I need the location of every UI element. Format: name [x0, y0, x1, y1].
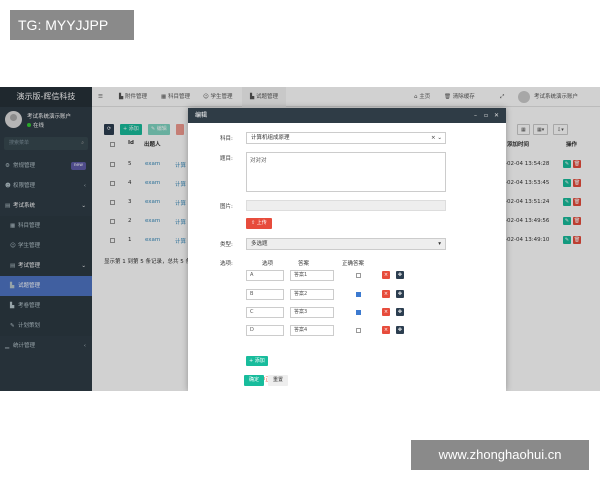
options-col-answer: 答案	[298, 261, 310, 267]
subject-value: 计算机组成原理	[251, 135, 290, 141]
move-option-icon[interactable]: ✥	[396, 290, 404, 298]
reset-button[interactable]: 重置	[268, 375, 289, 386]
question-label: 题目:	[220, 156, 233, 162]
close-icon[interactable]: ✕	[494, 108, 499, 123]
option-answer-input[interactable]: 答案2	[290, 289, 334, 300]
question-textarea[interactable]: 对对对	[246, 152, 446, 192]
remove-option-button[interactable]: ×	[382, 326, 390, 334]
upload-button[interactable]: ⇧ 上传	[246, 218, 272, 229]
option-answer-input[interactable]: 答案1	[290, 270, 334, 281]
options-label: 选项:	[220, 261, 233, 267]
option-correct-checkbox[interactable]	[356, 273, 361, 278]
option-answer-input[interactable]: 答案3	[290, 307, 334, 318]
watermark-top: TG: MYYJJPP	[10, 10, 134, 40]
maximize-icon[interactable]: ▫	[484, 108, 488, 123]
type-select[interactable]: 多选题 ▾	[246, 238, 446, 250]
subject-select[interactable]: 计算机组成原理 × ⌄	[246, 132, 446, 144]
add-option-button[interactable]: + 添加	[246, 356, 268, 366]
clear-and-caret-icon[interactable]: × ⌄	[431, 133, 442, 143]
option-key-input[interactable]: D	[246, 325, 284, 336]
dialog-header: 编辑 – ▫ ✕	[188, 108, 506, 123]
image-label: 图片:	[220, 204, 233, 210]
edit-dialog: 编辑 – ▫ ✕ 科目: 计算机组成原理 × ⌄ 题目: 对对对 图片: ⇧ 上传…	[188, 108, 506, 391]
watermark-bottom: www.zhonghaohui.cn	[411, 440, 589, 470]
option-key-input[interactable]: C	[246, 307, 284, 318]
type-label: 类型:	[220, 242, 233, 248]
remove-option-button[interactable]: ×	[382, 308, 390, 316]
option-correct-checkbox[interactable]	[356, 310, 361, 315]
remove-option-button[interactable]: ×	[382, 271, 390, 279]
option-answer-input[interactable]: 答案4	[290, 325, 334, 336]
type-value: 多选题	[251, 241, 268, 247]
subject-label: 科目:	[220, 136, 233, 142]
remove-option-button[interactable]: ×	[382, 290, 390, 298]
option-key-input[interactable]: B	[246, 289, 284, 300]
caret-down-icon: ▾	[438, 241, 441, 247]
move-option-icon[interactable]: ✥	[396, 308, 404, 316]
options-col-correct: 正确答案	[342, 261, 365, 267]
move-option-icon[interactable]: ✥	[396, 326, 404, 334]
dialog-title: 编辑	[195, 112, 208, 119]
option-correct-checkbox[interactable]	[356, 292, 361, 297]
upload-label: 上传	[256, 220, 267, 226]
image-path-input[interactable]	[246, 200, 446, 211]
option-key-input[interactable]: A	[246, 270, 284, 281]
option-correct-checkbox[interactable]	[356, 328, 361, 333]
add-option-label: 添加	[254, 358, 265, 364]
app-window: 演示版-辉信科技 考试系统演示账户 在线 搜索菜单 ⌕ ⚙ 常规管理 new ☻ 权限管…	[0, 87, 600, 391]
minimize-icon[interactable]: –	[474, 108, 477, 123]
options-col-key: 选项	[262, 261, 274, 267]
confirm-button[interactable]: 确定	[244, 375, 265, 386]
move-option-icon[interactable]: ✥	[396, 271, 404, 279]
